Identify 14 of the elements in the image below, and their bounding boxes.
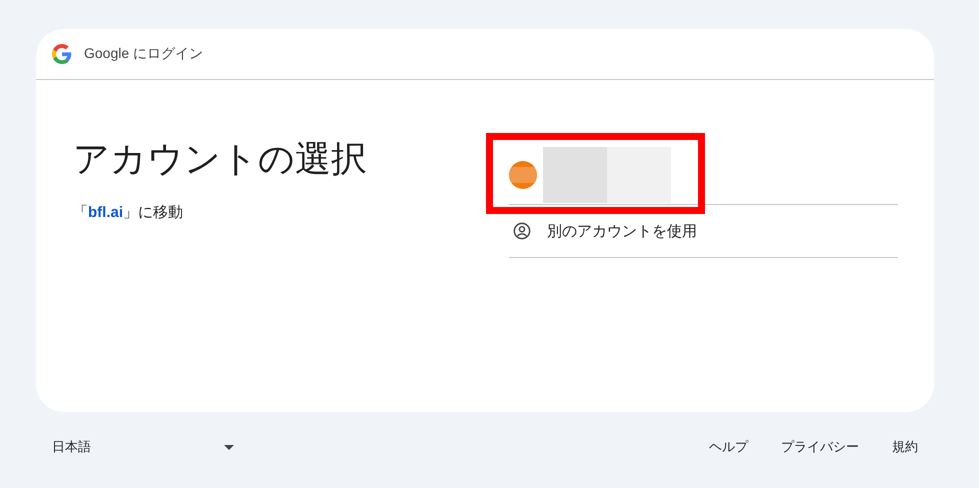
redacted-block — [543, 147, 607, 203]
redacted-avatar — [509, 161, 537, 189]
footer-link[interactable]: 規約 — [892, 438, 918, 456]
header-title: Google にログイン — [84, 45, 204, 63]
footer-link[interactable]: ヘルプ — [709, 438, 748, 456]
footer-link[interactable]: プライバシー — [781, 438, 859, 456]
language-selector[interactable]: 日本語 — [36, 434, 234, 460]
page-heading: アカウントの選択 — [73, 137, 368, 181]
google-logo-icon — [52, 44, 72, 64]
caret-icon — [224, 444, 234, 450]
continue-to-text: 「bfl.ai」に移動 — [73, 203, 184, 222]
redacted-block — [607, 147, 671, 203]
use-another-account-button[interactable]: 別のアカウントを使用 — [509, 205, 898, 258]
account-circle-icon — [513, 222, 531, 240]
